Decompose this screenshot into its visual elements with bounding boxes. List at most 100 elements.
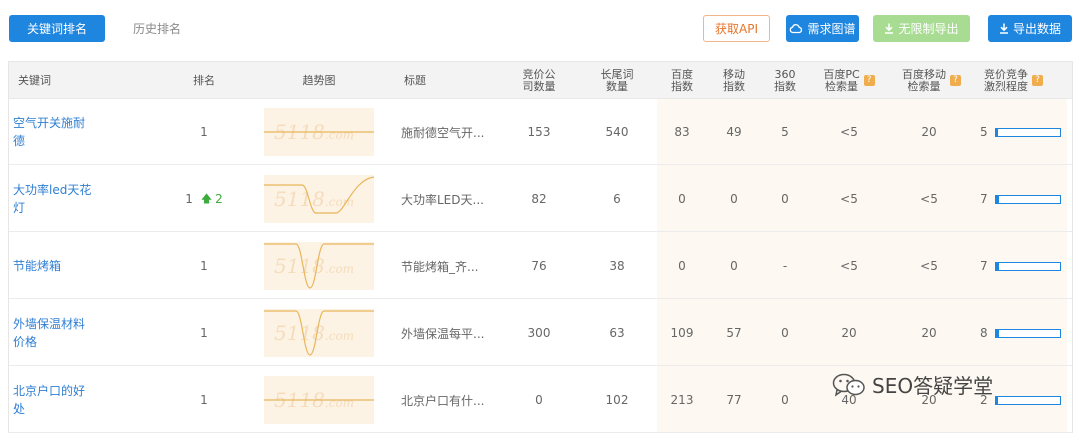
tab-history-ranking[interactable]: 历史排名 [133,15,181,42]
bid-companies-value: 76 [531,259,547,273]
competition-value: 8 [980,326,988,340]
cell-long-tail: 102 [587,367,647,433]
trend-chart[interactable]: 5118.com [264,175,374,223]
keyword-link[interactable]: 外墙保温材料价格 [13,315,93,351]
mobile-index-value: 0 [730,259,738,273]
trend-chart[interactable]: 5118.com [264,376,374,424]
col-competition: 竞价竞争 激烈程度 ? [984,62,1064,99]
keyword-link[interactable]: 北京户口的好处 [13,382,93,418]
help-icon[interactable]: ? [863,75,875,86]
cell-competition: 7 [980,166,1070,232]
rank-value: 1 [200,326,208,340]
trend-chart[interactable]: 5118.com [264,242,374,290]
cell-keyword: 外墙保温材料价格 [13,300,103,366]
baidu-index-value: 109 [670,326,694,340]
cell-trend: 5118.com [264,233,374,299]
competition-value: 5 [980,125,988,139]
mobile-index-value: 57 [726,326,742,340]
trend-chart[interactable]: 5118.com [264,309,374,357]
col-360-index: 360 指数 [774,67,796,93]
trend-line [264,131,374,133]
mobile-index-value: 0 [730,192,738,206]
cell-trend: 5118.com [264,300,374,366]
col-title: 标题 [404,73,426,87]
page-title-text[interactable]: 施耐德空气开... [401,124,484,141]
col-baidu-index: 百度 指数 [671,67,693,93]
competition-bar [994,127,1061,137]
help-icon[interactable]: ? [950,75,961,86]
wechat-icon [832,373,865,397]
cell-competition: 5 [980,99,1070,165]
wechat-account-name: SEO答疑学堂 [872,374,994,398]
cell-bid-companies: 82 [509,166,569,232]
cell-baidu-index: 213 [657,367,707,433]
mobile-index-value: 49 [726,125,742,139]
long-tail-value: 540 [605,125,629,139]
table-row: 外墙保温材料价格 1 5118.com 外墙保温每平... 300 63 109 57 0 20 2… [9,300,1072,366]
unlimited-export-label: 无限制导出 [898,22,959,36]
cell-long-tail: 540 [587,99,647,165]
unlimited-export-button[interactable]: 无限制导出 [873,15,970,42]
bid-companies-value: 153 [527,125,551,139]
baidu-index-value: 83 [674,125,690,139]
cell-long-tail: 38 [587,233,647,299]
col-mobile-index: 移动 指数 [723,67,745,93]
index360-value: 0 [781,326,789,340]
col-bid-companies: 竞价公 司数量 [522,67,556,93]
col-mobile-search: 百度移动 检索量 ? [894,62,969,99]
rank-value: 1 [200,393,208,407]
keyword-link[interactable]: 节能烤箱 [13,257,93,275]
page-title-text[interactable]: 外墙保温每平... [401,325,484,342]
rank-value: 1 [200,259,208,273]
page-title-text[interactable]: 北京户口有什... [401,392,484,409]
cell-rank: 1 🡅 2 [174,166,234,232]
index360-value: 0 [781,393,789,407]
competition-bar [994,395,1061,405]
cell-mobile-index: 0 [709,166,759,232]
cell-index360: - [761,233,809,299]
index360-value: 5 [781,125,789,139]
col-pc-search: 百度PC 检索量 ? [814,62,884,99]
get-api-label: 获取API [715,22,758,36]
toolbar: 关键词排名 历史排名 获取API 需求图谱 无限制导出 导出数据 [0,0,1080,60]
col-rank: 排名 [193,73,215,87]
pc-search-value: <5 [840,192,858,206]
page-title-text[interactable]: 节能烤箱_齐... [401,258,478,275]
help-icon[interactable]: ? [1032,75,1043,86]
competition-bar-fill [995,329,1000,337]
cell-index360: 5 [761,99,809,165]
cell-mobile-search: 20 [894,99,964,165]
cell-pc-search: <5 [814,166,884,232]
page-title-text[interactable]: 大功率LED天... [401,191,484,208]
trend-chart[interactable]: 5118.com [264,108,374,156]
demand-graph-button[interactable]: 需求图谱 [786,15,859,42]
cell-mobile-index: 77 [709,367,759,433]
cell-bid-companies: 300 [509,300,569,366]
trend-line [264,310,374,356]
cell-keyword: 大功率led天花灯 [13,166,103,232]
cell-trend: 5118.com [264,99,374,165]
cell-mobile-search: <5 [894,166,964,232]
col-trend: 趋势图 [302,73,336,87]
tab-keyword-ranking[interactable]: 关键词排名 [9,15,105,42]
keyword-link[interactable]: 空气开关施耐德 [13,114,93,150]
cell-bid-companies: 153 [509,99,569,165]
cell-index360: 0 [761,367,809,433]
export-data-button[interactable]: 导出数据 [988,15,1072,42]
cell-mobile-search: 20 [894,300,964,366]
col-keyword: 关键词 [18,73,51,87]
long-tail-value: 102 [605,393,629,407]
mobile-index-value: 77 [726,393,742,407]
get-api-button[interactable]: 获取API [703,15,770,42]
competition-bar [994,261,1061,271]
cell-competition: 8 [980,300,1070,366]
cell-mobile-index: 57 [709,300,759,366]
cell-pc-search: <5 [814,233,884,299]
cell-keyword: 节能烤箱 [13,233,103,299]
demand-graph-label: 需求图谱 [807,22,856,36]
keyword-link[interactable]: 大功率led天花灯 [13,181,93,217]
table-row: 节能烤箱 1 5118.com 节能烤箱_齐... 76 38 0 0 - <5 <5 7 [9,233,1072,299]
bid-companies-value: 0 [535,393,543,407]
long-tail-value: 6 [613,192,621,206]
baidu-index-value: 0 [678,259,686,273]
